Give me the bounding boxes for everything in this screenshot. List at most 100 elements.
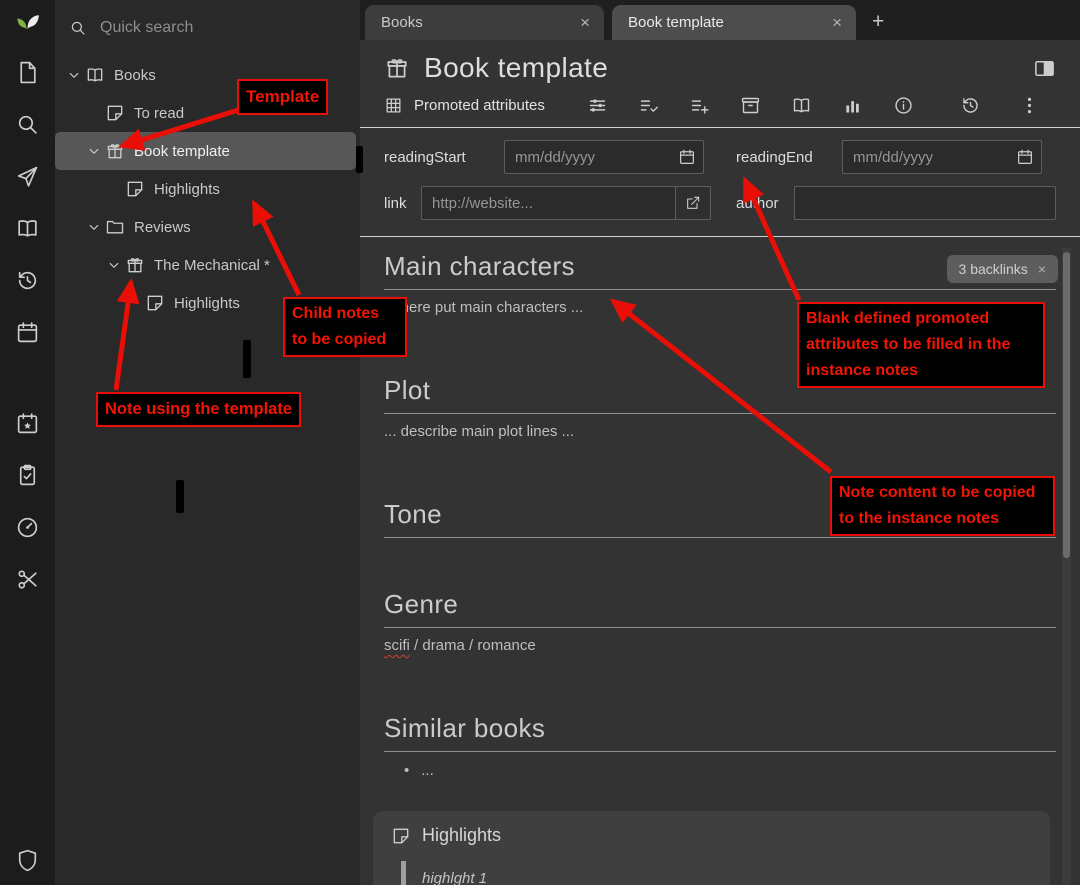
ribbon-tab-label: Promoted attributes (414, 97, 545, 114)
tree-item-label: Highlights (174, 295, 240, 312)
search-icon (69, 19, 87, 37)
note-tree: Books To read Book template Highlights R… (55, 56, 360, 885)
list-check-icon[interactable] (638, 95, 659, 116)
section-heading: Genre (384, 589, 1056, 628)
history-icon[interactable] (15, 268, 40, 293)
note-header: Book template (360, 40, 1080, 88)
protected-session-icon[interactable] (15, 848, 40, 873)
tree-item-books[interactable]: Books (55, 56, 360, 94)
more-vertical-icon[interactable] (1019, 95, 1040, 116)
calendar-icon[interactable] (15, 320, 40, 345)
open-link-button[interactable] (675, 186, 711, 220)
section-tone: Tone (384, 499, 1056, 565)
jump-to-icon[interactable] (15, 164, 40, 189)
attr-label-link: link (384, 195, 421, 212)
chevron-down-icon[interactable] (103, 256, 125, 274)
chevron-down-icon[interactable] (83, 218, 105, 236)
scrollbar-track[interactable] (1062, 248, 1071, 885)
tree-item-highlights-2[interactable]: Highlights (55, 284, 360, 322)
tab-book-template[interactable]: Book template × (612, 5, 856, 40)
info-icon[interactable] (893, 95, 914, 116)
quick-search[interactable] (55, 0, 360, 56)
note-icon (125, 179, 145, 199)
calendar-icon[interactable] (1016, 148, 1034, 166)
note-tree-panel: Books To read Book template Highlights R… (55, 0, 360, 885)
note-title[interactable]: Book template (424, 52, 1019, 84)
tab-promoted-attributes[interactable]: Promoted attributes (384, 96, 545, 115)
readingstart-input[interactable] (504, 140, 704, 174)
chart-icon[interactable] (842, 95, 863, 116)
chevron-down-icon[interactable] (63, 66, 85, 84)
history-icon[interactable] (960, 95, 981, 116)
web-clipper-icon[interactable] (15, 567, 40, 592)
tree-item-highlights[interactable]: Highlights (55, 170, 360, 208)
child-note-card[interactable]: Highlights highlght 1 (373, 811, 1050, 885)
genre-rest: / drama / romance (410, 637, 536, 654)
tree-item-reviews[interactable]: Reviews (55, 208, 360, 246)
child-note-title: Highlights (422, 825, 501, 846)
search-icon[interactable] (15, 112, 40, 137)
book-icon[interactable] (791, 95, 812, 116)
tree-item-label: Book template (134, 143, 230, 160)
note-content-editor[interactable]: 3 backlinks × Main characters ... here p… (360, 237, 1080, 885)
chevron-down-icon[interactable] (83, 142, 105, 160)
tab-books[interactable]: Books × (365, 5, 604, 40)
tree-item-to-read[interactable]: To read (55, 94, 360, 132)
note-icon (145, 293, 165, 313)
tree-item-label: Books (114, 67, 156, 84)
tree-item-book-template[interactable]: Book template (55, 132, 356, 170)
misspelled-word: scifi (384, 637, 410, 654)
section-body (384, 547, 1056, 565)
template-icon (384, 55, 410, 81)
split-view-icon[interactable] (1033, 57, 1056, 80)
quick-search-input[interactable] (98, 18, 292, 38)
link-field (421, 186, 711, 220)
sliders-icon[interactable] (587, 95, 608, 116)
ribbon-icons (587, 95, 1040, 116)
section-heading: Tone (384, 499, 1056, 538)
author-input[interactable] (794, 186, 1056, 220)
close-icon[interactable]: × (578, 13, 592, 33)
section-body: scifi / drama / romance (384, 637, 1056, 655)
section-similar-books: Similar books •... (384, 713, 1056, 779)
trilium-logo (15, 8, 40, 33)
child-note-quote: highlght 1 (401, 861, 1032, 885)
list-add-icon[interactable] (689, 95, 710, 116)
attr-row: link author (384, 186, 1056, 220)
app-window: Books To read Book template Highlights R… (0, 0, 1080, 885)
backlinks-badge[interactable]: 3 backlinks × (947, 255, 1058, 283)
special-date-icon[interactable] (15, 411, 40, 436)
book-icon (85, 65, 105, 85)
close-icon[interactable]: × (830, 13, 844, 33)
folder-icon (105, 217, 125, 237)
attr-label-readingstart: readingStart (384, 149, 504, 166)
link-input[interactable] (421, 186, 675, 220)
tab-label: Books (381, 14, 578, 31)
tree-item-label: Highlights (154, 181, 220, 198)
promoted-attributes-panel: readingStart readingEnd link author (360, 128, 1080, 237)
section-heading: Similar books (384, 713, 1056, 752)
scrollbar-thumb[interactable] (1063, 252, 1070, 558)
close-icon[interactable]: × (1038, 261, 1046, 277)
section-plot: Plot ... describe main plot lines ... (384, 375, 1056, 441)
tab-label: Book template (628, 14, 830, 31)
dashboard-icon[interactable] (15, 515, 40, 540)
section-heading: Plot (384, 375, 1056, 414)
tasks-icon[interactable] (15, 463, 40, 488)
new-note-icon[interactable] (15, 60, 40, 85)
readingstart-field (504, 140, 704, 174)
tree-item-the-mechanical[interactable]: The Mechanical * (55, 246, 360, 284)
archive-icon[interactable] (740, 95, 761, 116)
template-icon (125, 255, 145, 275)
new-tab-button[interactable]: + (864, 10, 892, 34)
tree-item-label: The Mechanical * (154, 257, 270, 274)
calendar-icon[interactable] (678, 148, 696, 166)
tree-item-label: To read (134, 105, 184, 122)
launcher-bar (0, 0, 55, 885)
attr-row: readingStart readingEnd (384, 140, 1056, 174)
readingend-input[interactable] (842, 140, 1042, 174)
template-icon (105, 141, 125, 161)
section-body: ... here put main characters ... (384, 299, 1056, 317)
section-body: ... describe main plot lines ... (384, 423, 1056, 441)
books-icon[interactable] (15, 216, 40, 241)
